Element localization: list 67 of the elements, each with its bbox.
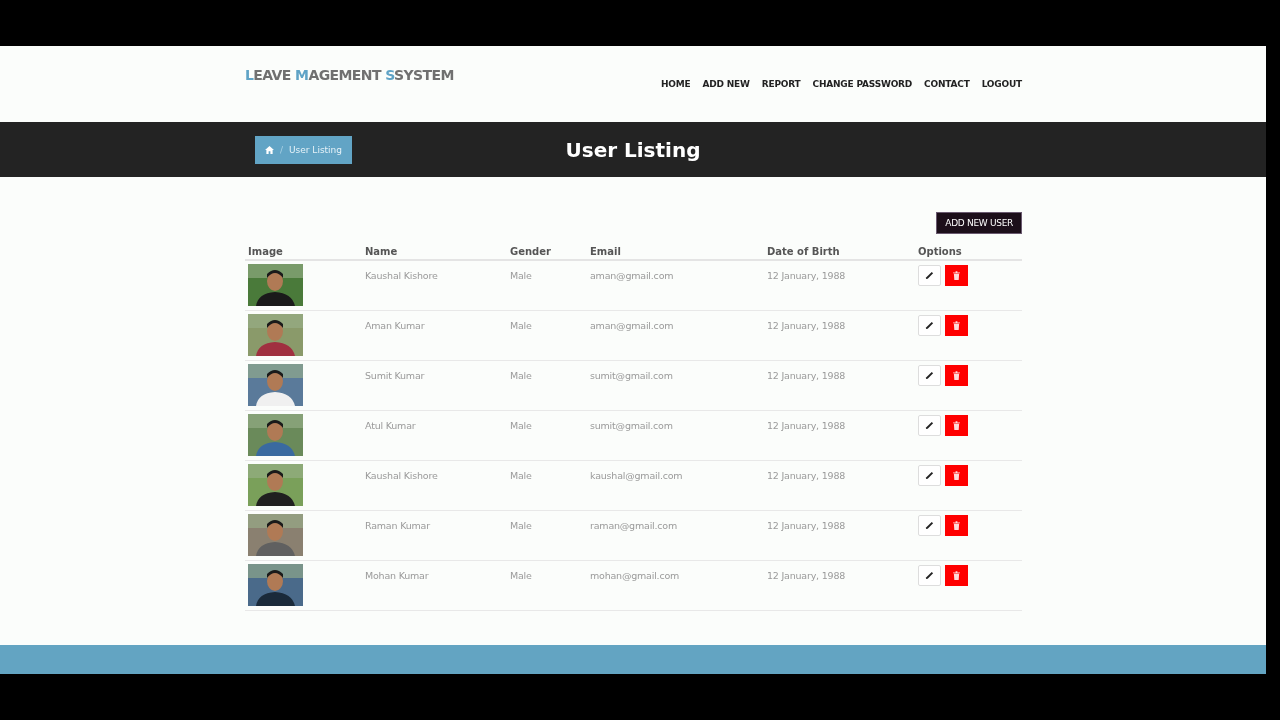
- nav-link[interactable]: CHANGE PASSWORD: [812, 79, 913, 89]
- trash-icon: [953, 471, 960, 480]
- trash-icon: [953, 571, 960, 580]
- column-header: Options: [918, 245, 962, 257]
- pencil-icon: [925, 271, 934, 280]
- pencil-icon: [925, 471, 934, 480]
- table-cell: Male: [510, 570, 532, 581]
- nav-link[interactable]: CONTACT: [924, 79, 970, 89]
- pencil-icon: [925, 421, 934, 430]
- column-header: Email: [590, 245, 621, 257]
- trash-icon: [953, 371, 960, 380]
- table-cell: 12 January, 1988: [767, 520, 846, 531]
- nav-link[interactable]: HOME: [660, 79, 691, 89]
- table-cell: Male: [510, 470, 532, 481]
- nav-link[interactable]: LOGOUT: [981, 79, 1022, 89]
- table-cell: sumit@gmail.com: [590, 420, 673, 431]
- table-cell: Kaushal Kishore: [365, 270, 438, 281]
- table-cell: raman@gmail.com: [590, 520, 678, 531]
- column-header: Gender: [510, 245, 551, 257]
- table-cell: Raman Kumar: [365, 520, 430, 531]
- edit-button[interactable]: [918, 265, 941, 286]
- table-cell: Male: [510, 370, 532, 381]
- table-cell: aman@gmail.com: [590, 270, 674, 281]
- column-header: Name: [365, 245, 398, 257]
- add-new-user-button[interactable]: ADD NEW USER: [936, 212, 1022, 234]
- table-cell: Kaushal Kishore: [365, 470, 438, 481]
- edit-button[interactable]: [918, 465, 941, 486]
- nav-link[interactable]: REPORT: [761, 79, 801, 89]
- trash-icon: [953, 271, 960, 280]
- column-header: Image: [248, 245, 283, 257]
- edit-button[interactable]: [918, 515, 941, 536]
- table-cell: sumit@gmail.com: [590, 370, 673, 381]
- trash-icon: [953, 421, 960, 430]
- home-icon[interactable]: [264, 146, 274, 154]
- table-cell: Male: [510, 520, 532, 531]
- breadcrumb-current: User Listing: [289, 145, 343, 155]
- table-cell: Aman Kumar: [365, 320, 425, 331]
- table-cell: 12 January, 1988: [767, 420, 846, 431]
- table-cell: 12 January, 1988: [767, 320, 846, 331]
- table-cell: Male: [510, 270, 532, 281]
- nav-link[interactable]: ADD NEW: [702, 79, 750, 89]
- table-cell: 12 January, 1988: [767, 270, 846, 281]
- column-header: Date of Birth: [767, 245, 840, 257]
- pencil-icon: [925, 521, 934, 530]
- table-cell: Atul Kumar: [365, 420, 416, 431]
- pencil-icon: [925, 321, 934, 330]
- trash-icon: [953, 321, 960, 330]
- trash-icon: [953, 521, 960, 530]
- pencil-icon: [925, 571, 934, 580]
- pencil-icon: [925, 371, 934, 380]
- table-cell: Male: [510, 420, 532, 431]
- table-cell: 12 January, 1988: [767, 370, 846, 381]
- table-cell: kaushal@gmail.com: [590, 470, 683, 481]
- edit-button[interactable]: [918, 365, 941, 386]
- breadcrumb-separator: /: [279, 145, 283, 155]
- table-cell: Sumit Kumar: [365, 370, 425, 381]
- table-cell: 12 January, 1988: [767, 470, 846, 481]
- page-title: User Listing: [565, 137, 701, 162]
- edit-button[interactable]: [918, 565, 941, 586]
- table-cell: 12 January, 1988: [767, 570, 846, 581]
- table-cell: aman@gmail.com: [590, 320, 674, 331]
- table-cell: Male: [510, 320, 532, 331]
- edit-button[interactable]: [918, 315, 941, 336]
- table-cell: Mohan Kumar: [365, 570, 429, 581]
- site-logo[interactable]: LEAVE MAGEMENT SSYSTEM: [245, 67, 454, 85]
- table-cell: mohan@gmail.com: [590, 570, 680, 581]
- edit-button[interactable]: [918, 415, 941, 436]
